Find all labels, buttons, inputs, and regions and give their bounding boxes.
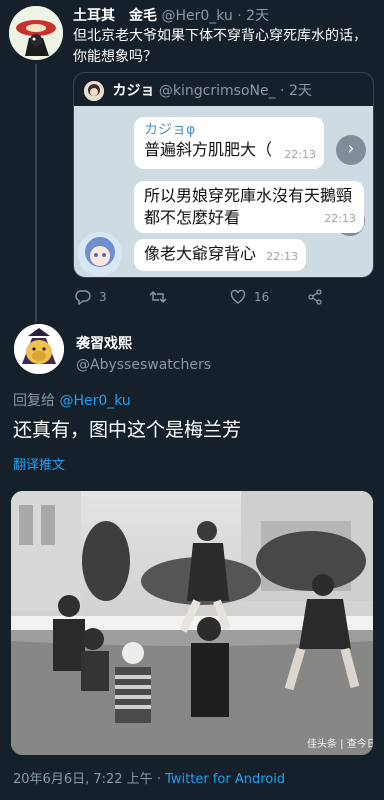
display-name[interactable]: 袭習戏熙 <box>76 333 132 353</box>
retweet-icon <box>149 291 167 303</box>
avatar-image <box>9 6 63 60</box>
tweet-timestamp[interactable]: 20年6月6日, 7:22 上午 <box>13 772 153 787</box>
reply-handle-link[interactable]: @Her0_ku <box>59 393 130 409</box>
tweet-text: 还真有，图中这个是梅兰芳 <box>13 419 242 441</box>
share-button[interactable] <box>307 289 323 305</box>
tweet-source-link[interactable]: Twitter for Android <box>165 772 285 787</box>
chat-sender: カジョφ <box>144 122 196 138</box>
chat-time: 22:13 <box>284 148 316 161</box>
chat-text: 像老大爺穿背心 <box>144 244 257 263</box>
tweet-meta: 20年6月6日, 7:22 上午 · Twitter for Android <box>13 768 285 787</box>
quoted-timestamp: 2天 <box>288 83 312 99</box>
chat-text: 普遍斜方肌肥大（ <box>144 140 273 159</box>
handle[interactable]: @Abysseswatchers <box>76 357 211 373</box>
chat-bubble: 所以男娘穿死庫水沒有天鵝頸都不怎麼好看 22:13 <box>134 181 364 233</box>
like-count: 16 <box>254 290 270 304</box>
reply-button[interactable]: 3 <box>75 289 107 305</box>
quoted-handle: @kingcrimsoNe_ <box>158 83 276 99</box>
photo-image: 佳头条 | 查今日头 <box>11 491 373 755</box>
replying-to: 回复给 @Her0_ku <box>13 390 131 410</box>
share-forward-icon[interactable]: › <box>336 135 366 165</box>
quoted-tweet[interactable]: カジョ @kingcrimsoNe_ · 2天 カジョφ 普遍斜方肌肥大（ 22… <box>73 72 374 278</box>
timestamp[interactable]: 2天 <box>246 8 269 24</box>
tweet-text: 但北京老大爷如果下体不穿背心穿死库水的话，你能想象吗？ <box>73 28 367 65</box>
separator-dot: · <box>280 83 285 99</box>
reply-count: 3 <box>99 290 107 304</box>
avatar-image <box>14 324 64 374</box>
translate-tweet-link[interactable]: 翻译推文 <box>13 454 65 473</box>
chat-avatar <box>78 232 122 276</box>
chat-text: 所以男娘穿死庫水沒有天鵝頸都不怎麼好看 <box>144 186 353 227</box>
chat-time: 22:13 <box>324 212 356 225</box>
chat-bubble: 像老大爺穿背心 22:13 <box>134 239 306 271</box>
photo-watermark: 佳头条 | 查今日头 <box>307 737 373 750</box>
display-name[interactable]: 土耳其 金毛 <box>73 8 157 24</box>
avatar[interactable] <box>14 324 64 374</box>
heart-icon <box>230 289 246 304</box>
share-icon <box>308 289 322 305</box>
separator-dot: · <box>156 772 161 787</box>
tweet-photo[interactable]: 佳头条 | 查今日头 <box>11 491 373 755</box>
quoted-screenshot[interactable]: カジョφ 普遍斜方肌肥大（ 22:13 › 所以男娘穿死庫水沒有天鵝頸都不怎麼好… <box>74 106 373 277</box>
separator-dot: · <box>237 8 242 24</box>
handle[interactable]: @Her0_ku <box>161 8 232 24</box>
avatar[interactable] <box>9 6 63 60</box>
tweet-header: 土耳其 金毛 @Her0_ku · 2天 <box>73 5 269 25</box>
quoted-display-name: カジョ <box>112 83 155 99</box>
chat-bubble: カジョφ 普遍斜方肌肥大（ 22:13 <box>134 117 324 169</box>
chat-time: 22:13 <box>266 250 298 263</box>
thread-line <box>35 64 37 322</box>
tweet-actions: 3 16 <box>73 289 373 307</box>
quoted-avatar <box>84 81 104 101</box>
quoted-tweet-header: カジョ @kingcrimsoNe_ · 2天 <box>84 80 312 101</box>
reply-icon <box>75 290 91 305</box>
retweet-button[interactable] <box>149 289 175 305</box>
reply-prefix: 回复给 <box>13 393 55 409</box>
like-button[interactable]: 16 <box>230 289 269 305</box>
